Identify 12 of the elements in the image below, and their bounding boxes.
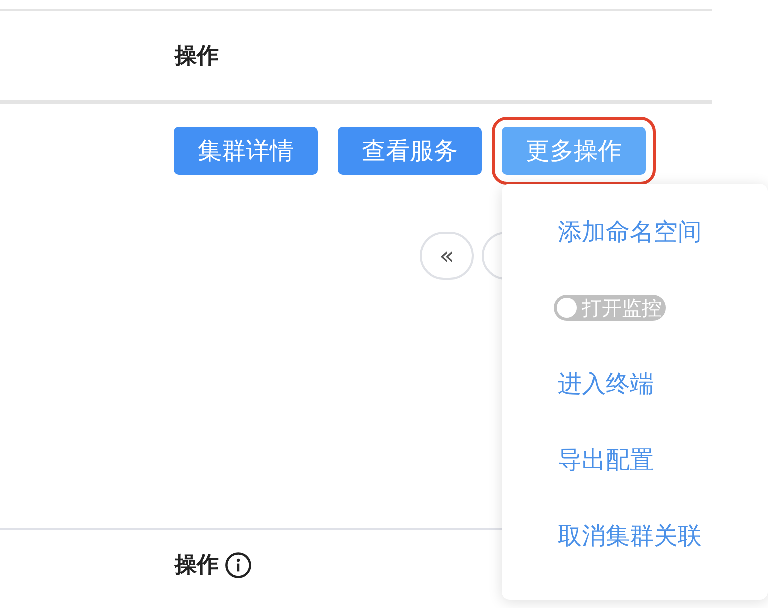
first-page-button[interactable]: « (420, 232, 474, 280)
info-icon[interactable] (225, 552, 252, 578)
menu-item[interactable]: 取消集群关联 (558, 520, 702, 552)
action-button[interactable]: 查看服务 (338, 127, 482, 175)
toggle-switch[interactable]: 打开监控 (554, 295, 666, 321)
action-button[interactable]: 集群详情 (174, 127, 318, 175)
menu-item[interactable]: 进入终端 (558, 368, 654, 400)
action-button[interactable]: 更多操作 (502, 127, 646, 175)
menu-item[interactable]: 添加命名空间 (558, 216, 702, 248)
column-header: 操作 (175, 42, 219, 70)
column-header: 操作 (175, 552, 219, 580)
menu-item[interactable]: 导出配置 (558, 444, 654, 476)
